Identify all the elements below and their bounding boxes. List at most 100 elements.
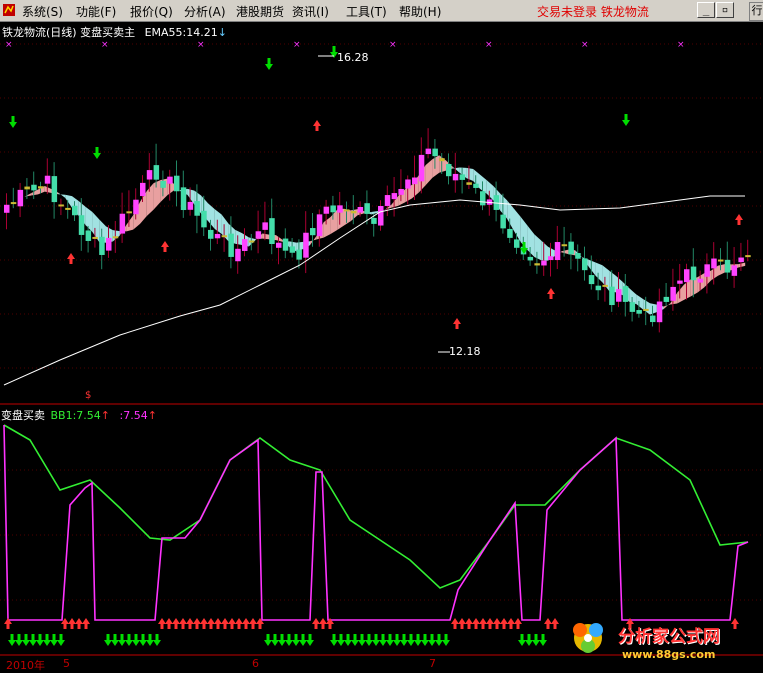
candle-body [303, 232, 309, 258]
candle-body [466, 182, 472, 185]
candle-body [738, 257, 744, 263]
sell-arrow-icon [358, 634, 366, 646]
year-label: 2010年 [6, 659, 45, 672]
candle-body [201, 210, 207, 228]
candle-body [38, 186, 44, 189]
candle-body [78, 215, 85, 235]
sell-arrow-icon [8, 634, 16, 646]
trend-band-segment [588, 259, 596, 276]
trend-band-segment [58, 192, 66, 198]
candle-body [364, 203, 370, 214]
sell-arrow-icon [532, 634, 540, 646]
grid-marker: × [5, 40, 13, 50]
candle-body [480, 191, 486, 206]
chart-grid: × × × × × × × × [0, 40, 763, 601]
watermark-logo-icon [573, 623, 603, 653]
candle-body [4, 204, 10, 213]
candle-body [323, 206, 330, 214]
sell-arrow-icon [299, 634, 307, 646]
trend-band-segment [452, 166, 460, 173]
sell-arrow-icon [265, 58, 273, 70]
sell-arrow-icon [344, 634, 352, 646]
grid-marker: × [293, 40, 301, 50]
buy-arrow-icon [547, 288, 555, 299]
buy-arrow-icon [472, 618, 480, 629]
buy-arrow-icon [453, 318, 461, 329]
grid-marker: × [389, 40, 397, 50]
sell-arrow-icon [15, 634, 23, 646]
trend-band-segment [439, 155, 446, 173]
candle-body [670, 286, 676, 301]
candle-body [473, 183, 479, 188]
buy-arrow-icon [500, 618, 508, 629]
candle-body [44, 175, 51, 184]
trend-band-segment [738, 262, 746, 268]
candle-body [371, 217, 377, 224]
trend-band-segment [153, 180, 161, 210]
trend-band-segment [527, 225, 535, 258]
sell-arrow-icon [379, 634, 387, 646]
sell-arrow-icon [407, 634, 415, 646]
sell-arrow-icon [525, 634, 533, 646]
candle-body [140, 182, 146, 197]
candle-body [330, 205, 336, 213]
candle-body [439, 158, 445, 162]
sell-arrow-icon [428, 634, 436, 646]
candle-body [194, 201, 200, 216]
candle-body [10, 202, 17, 205]
trend-band-segment [262, 233, 270, 240]
buy-arrow-icon [507, 618, 515, 629]
candle-body [398, 188, 404, 195]
sell-arrow-icon [372, 634, 380, 646]
candle-body [595, 285, 602, 291]
candle-body [616, 289, 622, 302]
trend-band-segment [276, 235, 283, 242]
month-label-7: 7 [429, 657, 436, 670]
candle-body [262, 222, 268, 230]
candle-body [357, 206, 364, 213]
candle-body [269, 218, 275, 245]
sell-arrow-icon [421, 634, 429, 646]
buy-arrow-icon [551, 618, 559, 629]
sell-arrow-icon [139, 634, 147, 646]
trend-band-segment [514, 208, 521, 243]
candle-body [412, 177, 418, 185]
buy-arrow-icon [249, 618, 257, 629]
grid-marker: × [485, 40, 493, 50]
candle-body [391, 193, 398, 200]
watermark-brand: 分析家公式网 [618, 627, 720, 647]
trend-band-segment [310, 235, 317, 246]
candle-body [106, 237, 112, 251]
candle-body [146, 170, 153, 180]
grid-marker: × [581, 40, 589, 50]
candle-body [296, 249, 302, 260]
candle-body [65, 207, 71, 210]
trend-band-segment [4, 203, 11, 205]
sell-arrow-icon [292, 634, 300, 646]
candle-body [242, 239, 248, 251]
candle-body [609, 286, 615, 306]
candle-body [575, 253, 581, 259]
trend-band-segment [663, 303, 671, 310]
candle-body [174, 175, 180, 192]
bb1-label: BB1:7.54 [50, 409, 101, 422]
watermark-url: www.88gs.com [622, 648, 716, 661]
sell-arrow-icon [104, 634, 112, 646]
value2-arrow-icon: ↑ [147, 409, 157, 422]
candle-body [153, 165, 160, 180]
buy-arrow-icon [235, 618, 243, 629]
chart-canvas: × × × × × × × × [0, 40, 763, 656]
sell-arrow-icon [442, 634, 450, 646]
sell-arrow-icon [435, 634, 443, 646]
sell-arrow-icon [414, 634, 422, 646]
candle-body [255, 231, 262, 239]
sell-arrow-icon [50, 634, 58, 646]
signal-line [3, 424, 749, 621]
trend-band-segment [208, 203, 215, 229]
candle-body [432, 148, 438, 157]
candle-body [221, 235, 228, 238]
sell-arrow-icon [622, 114, 630, 126]
candle-body [208, 229, 214, 239]
candle-body [310, 228, 316, 236]
candle-body [276, 242, 282, 248]
